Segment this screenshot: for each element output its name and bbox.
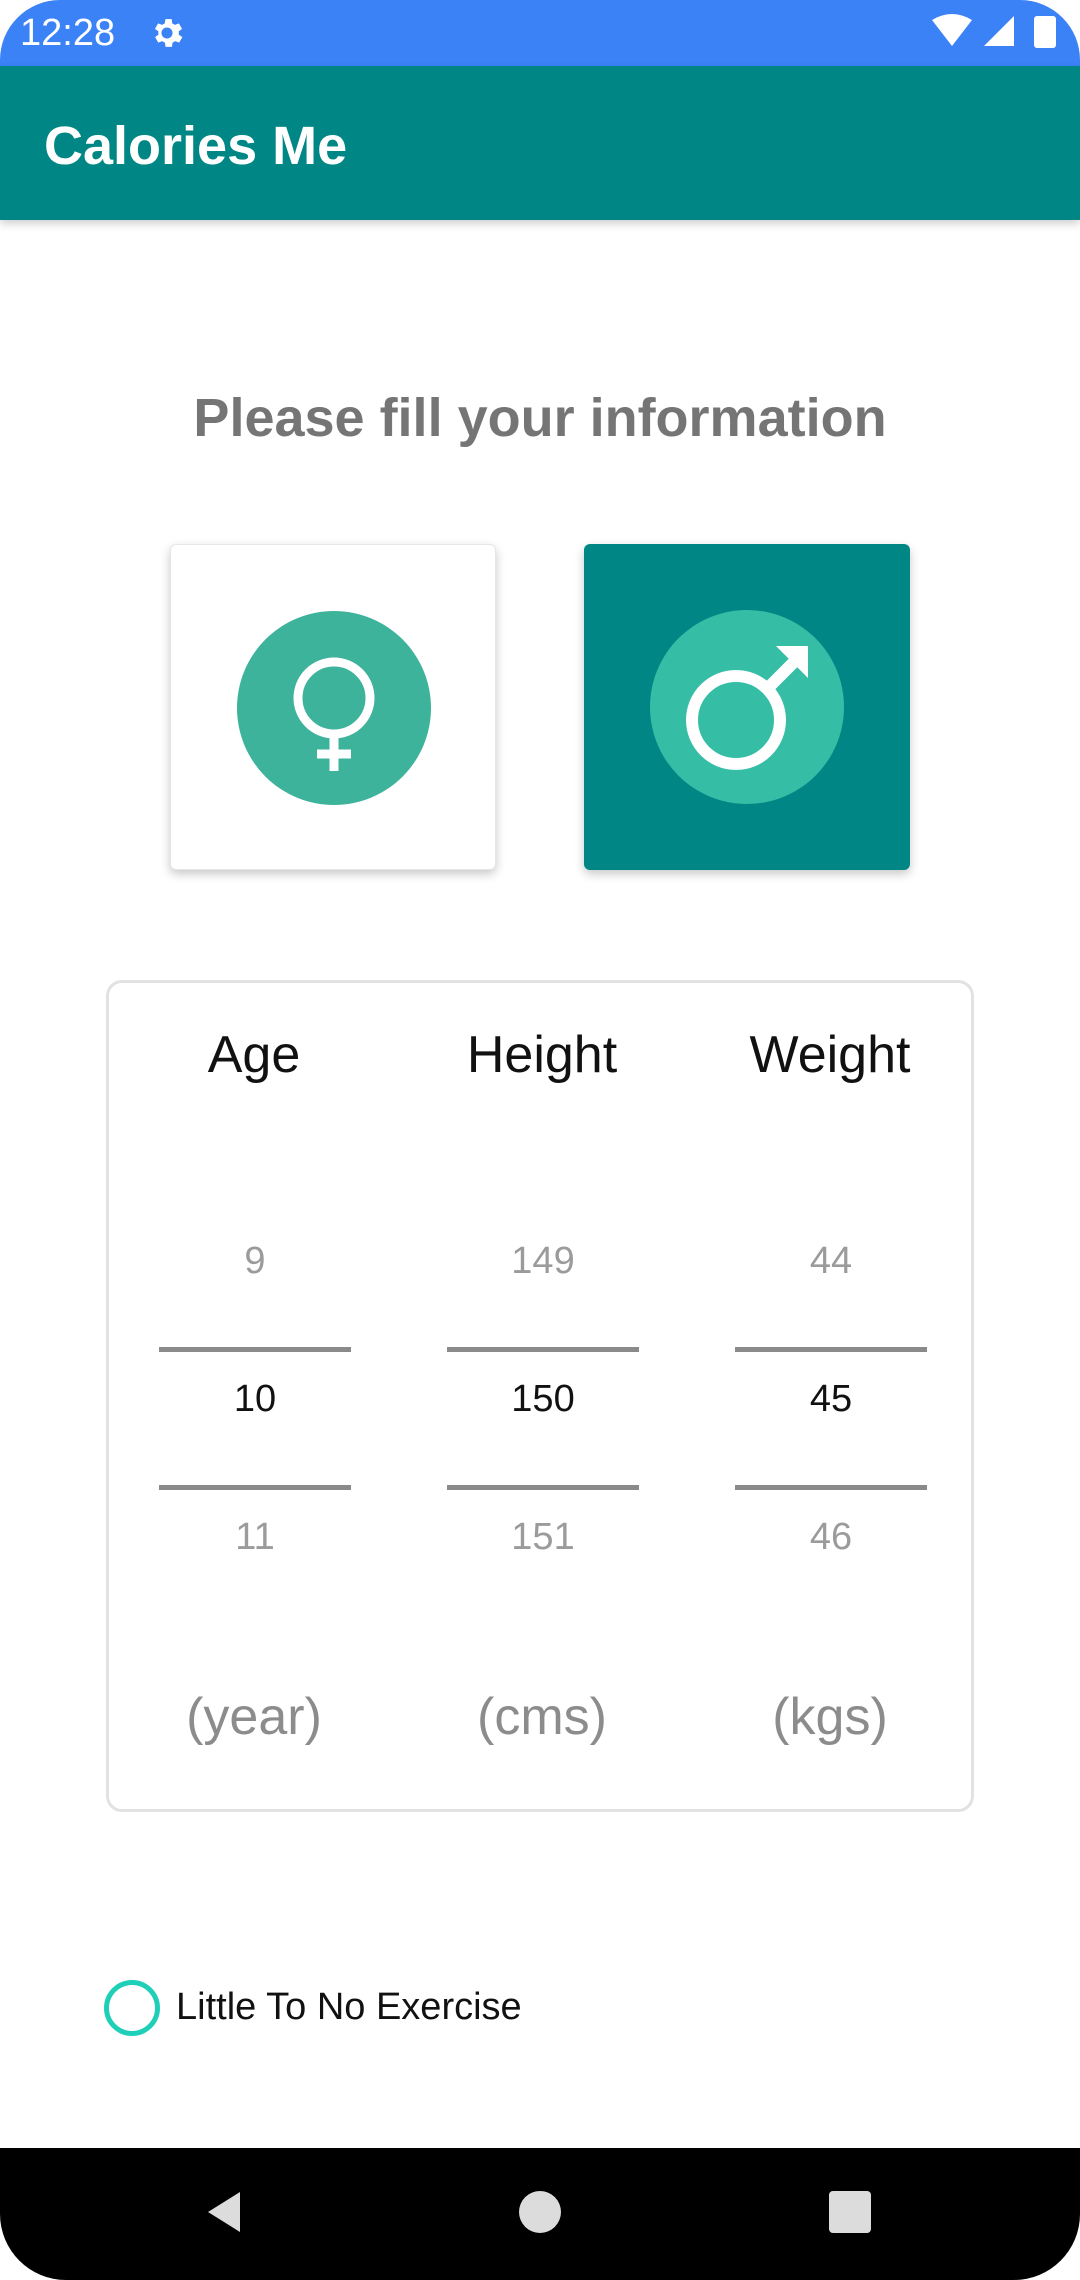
weight-prev-value[interactable]: 44	[735, 1239, 927, 1283]
recents-icon[interactable]	[820, 2182, 880, 2242]
height-prev-value[interactable]: 149	[447, 1239, 639, 1283]
height-label: Height	[466, 1026, 618, 1084]
height-picker-divider	[447, 1485, 639, 1490]
weight-label: Weight	[749, 1026, 911, 1084]
age-picker-divider	[159, 1485, 351, 1490]
battery-icon	[1034, 16, 1056, 48]
app-title: Calories Me	[44, 116, 348, 176]
wifi-icon	[932, 14, 972, 46]
age-picker-divider	[159, 1347, 351, 1352]
weight-selected-value[interactable]: 45	[735, 1377, 927, 1421]
status-icons	[932, 14, 1056, 48]
height-picker[interactable]: 149 150 151	[447, 1239, 639, 1558]
activity-option-label: Little To No Exercise	[176, 1986, 522, 2028]
weight-next-value[interactable]: 46	[735, 1515, 927, 1559]
age-label: Age	[207, 1026, 301, 1084]
male-circle	[650, 610, 844, 804]
height-next-value[interactable]: 151	[447, 1515, 639, 1559]
status-time: 12:28	[20, 12, 116, 54]
female-option-card[interactable]	[170, 544, 496, 870]
male-symbol-icon	[686, 646, 808, 770]
female-symbol-icon	[293, 657, 375, 771]
app-bar: Calories Me	[0, 66, 1080, 220]
age-prev-value[interactable]: 9	[159, 1239, 351, 1283]
form-heading: Please fill your information	[193, 388, 887, 448]
age-picker[interactable]: 9 10 11	[159, 1239, 351, 1558]
weight-unit: (kgs)	[772, 1688, 888, 1746]
male-option-card[interactable]	[584, 544, 910, 870]
weight-column: Weight 44 45 46 (kgs)	[685, 983, 975, 1815]
age-next-value[interactable]: 11	[159, 1515, 351, 1559]
back-icon[interactable]	[196, 2182, 256, 2242]
female-circle	[237, 611, 431, 805]
signal-icon	[984, 16, 1014, 46]
weight-picker[interactable]: 44 45 46	[735, 1239, 927, 1558]
measurement-panel: Age 9 10 11 (year) Height 149 150 151 (c…	[106, 980, 974, 1812]
system-nav-bar	[0, 2148, 1080, 2280]
radio-button[interactable]	[104, 1980, 160, 2036]
weight-picker-divider	[735, 1347, 927, 1352]
height-unit: (cms)	[477, 1688, 607, 1746]
age-selected-value[interactable]: 10	[159, 1377, 351, 1421]
gear-icon	[154, 19, 183, 47]
age-column: Age 9 10 11 (year)	[109, 983, 399, 1815]
home-icon[interactable]	[510, 2182, 570, 2242]
weight-picker-divider	[735, 1485, 927, 1490]
height-selected-value[interactable]: 150	[447, 1377, 639, 1421]
height-picker-divider	[447, 1347, 639, 1352]
status-bar: 12:28	[0, 0, 1080, 66]
age-unit: (year)	[186, 1688, 322, 1746]
height-column: Height 149 150 151 (cms)	[397, 983, 687, 1815]
